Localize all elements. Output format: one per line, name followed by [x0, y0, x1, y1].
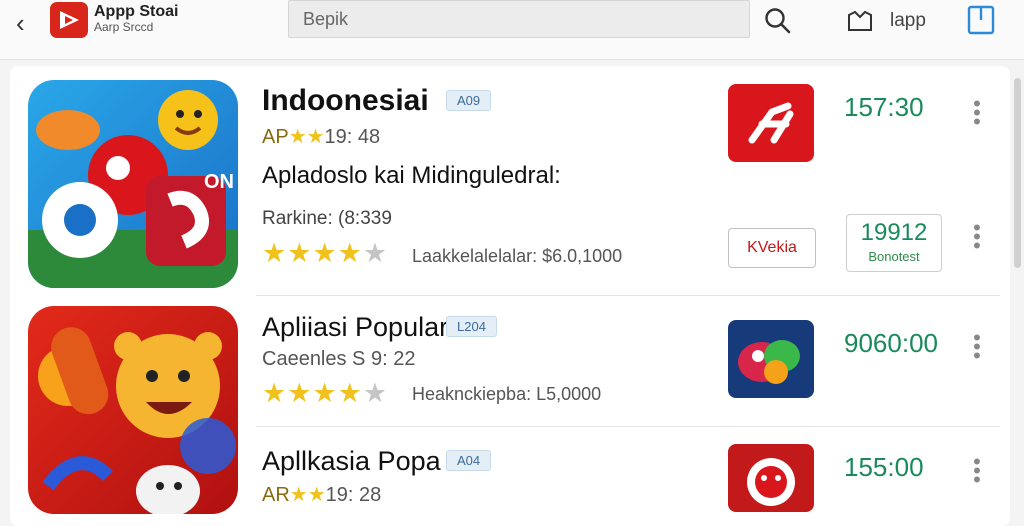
svg-text:ON: ON [204, 171, 234, 193]
brand-name: Appp Stoai [94, 3, 179, 20]
scrollbar[interactable] [1014, 78, 1021, 268]
star-filled-icon: ★ [312, 238, 338, 268]
more-options-icon[interactable]: • • • [970, 92, 984, 132]
red-f-app-icon[interactable] [728, 84, 814, 162]
app-description: Apladoslo kai Midinguledral: [262, 162, 561, 189]
meta-text: 19: 28 [325, 484, 382, 506]
app-title[interactable]: Apllkasia Popa [262, 446, 441, 477]
version-tag: A09 [446, 90, 492, 111]
app-meta: Caeenles S 9: 22 [262, 348, 416, 370]
price-note: Laakkelalelalar: $6.0,1000 [412, 246, 623, 266]
star-filled-icon: ★ [337, 378, 363, 408]
star-filled-icon: ★ [262, 238, 288, 268]
game-artwork-image[interactable] [28, 306, 238, 514]
side-value: 157:30 [844, 92, 924, 122]
top-bar: ‹ Appp Stoai Aarp Srccd lapp [0, 0, 1024, 60]
app-badge[interactable]: KVekia [728, 228, 816, 268]
star-filled-icon: ★ [262, 378, 288, 408]
app-ranking: Rarkine: (8:339 [262, 208, 392, 229]
brand[interactable]: Appp Stoai Aarp Srccd [94, 3, 179, 34]
brand-subtitle: Aarp Srccd [94, 20, 154, 34]
chevron-left-icon[interactable]: ‹ [16, 8, 25, 39]
play-logo-icon[interactable] [50, 2, 88, 38]
divider [256, 295, 1000, 296]
star-filled-icon: ★ [287, 378, 313, 408]
app-list: ON Indoonesiai A09 AP★★19: 48 Apladoslo … [10, 66, 1010, 526]
more-options-icon[interactable]: • • • [970, 216, 984, 256]
meta-text: 19: 48 [324, 126, 381, 148]
star-filled-icon: ★ [312, 378, 338, 408]
divider [256, 426, 1000, 427]
side-value: 9060:00 [844, 328, 938, 358]
red-mascot-icon[interactable] [728, 444, 814, 512]
meta-stars: ★★ [288, 126, 325, 148]
star-empty-icon: ★ [362, 378, 389, 408]
meta-prefix: AP [262, 126, 289, 148]
star-empty-icon: ★ [362, 238, 389, 268]
meta-stars: ★★ [289, 484, 326, 506]
version-tag: L204 [446, 316, 497, 337]
star-rating: ★★★★★ [262, 240, 388, 267]
app-meta: AP★★19: 48 [262, 124, 380, 149]
star-filled-icon: ★ [337, 238, 363, 268]
star-rating: ★★★★★ [262, 380, 388, 407]
app-meta: AR★★19: 28 [262, 482, 381, 507]
game-artwork-image[interactable]: ON [28, 80, 238, 288]
count-value: 19912 [860, 219, 928, 246]
search-input[interactable] [289, 1, 749, 37]
app-title[interactable]: Indoonesiai [262, 84, 429, 118]
colorful-game-icon[interactable] [728, 320, 814, 398]
search-icon[interactable] [763, 6, 793, 36]
more-options-icon[interactable]: • • • [970, 326, 984, 366]
header-label[interactable]: lapp [890, 10, 926, 32]
side-value: 155:00 [844, 452, 924, 482]
count-label: Bonotest [868, 249, 920, 264]
star-filled-icon: ★ [287, 238, 313, 268]
version-tag: A04 [446, 450, 492, 471]
price-note: Heaknckiepba: L5,0000 [412, 384, 602, 404]
meta-prefix: AR [262, 484, 290, 506]
search-box[interactable] [288, 0, 750, 38]
more-options-icon[interactable]: • • • [970, 450, 984, 490]
bag-icon[interactable] [846, 10, 874, 34]
count-box: 19912 Bonotest [846, 214, 942, 272]
share-icon[interactable] [966, 4, 996, 36]
app-title[interactable]: Apliiasi Popular [262, 312, 448, 343]
